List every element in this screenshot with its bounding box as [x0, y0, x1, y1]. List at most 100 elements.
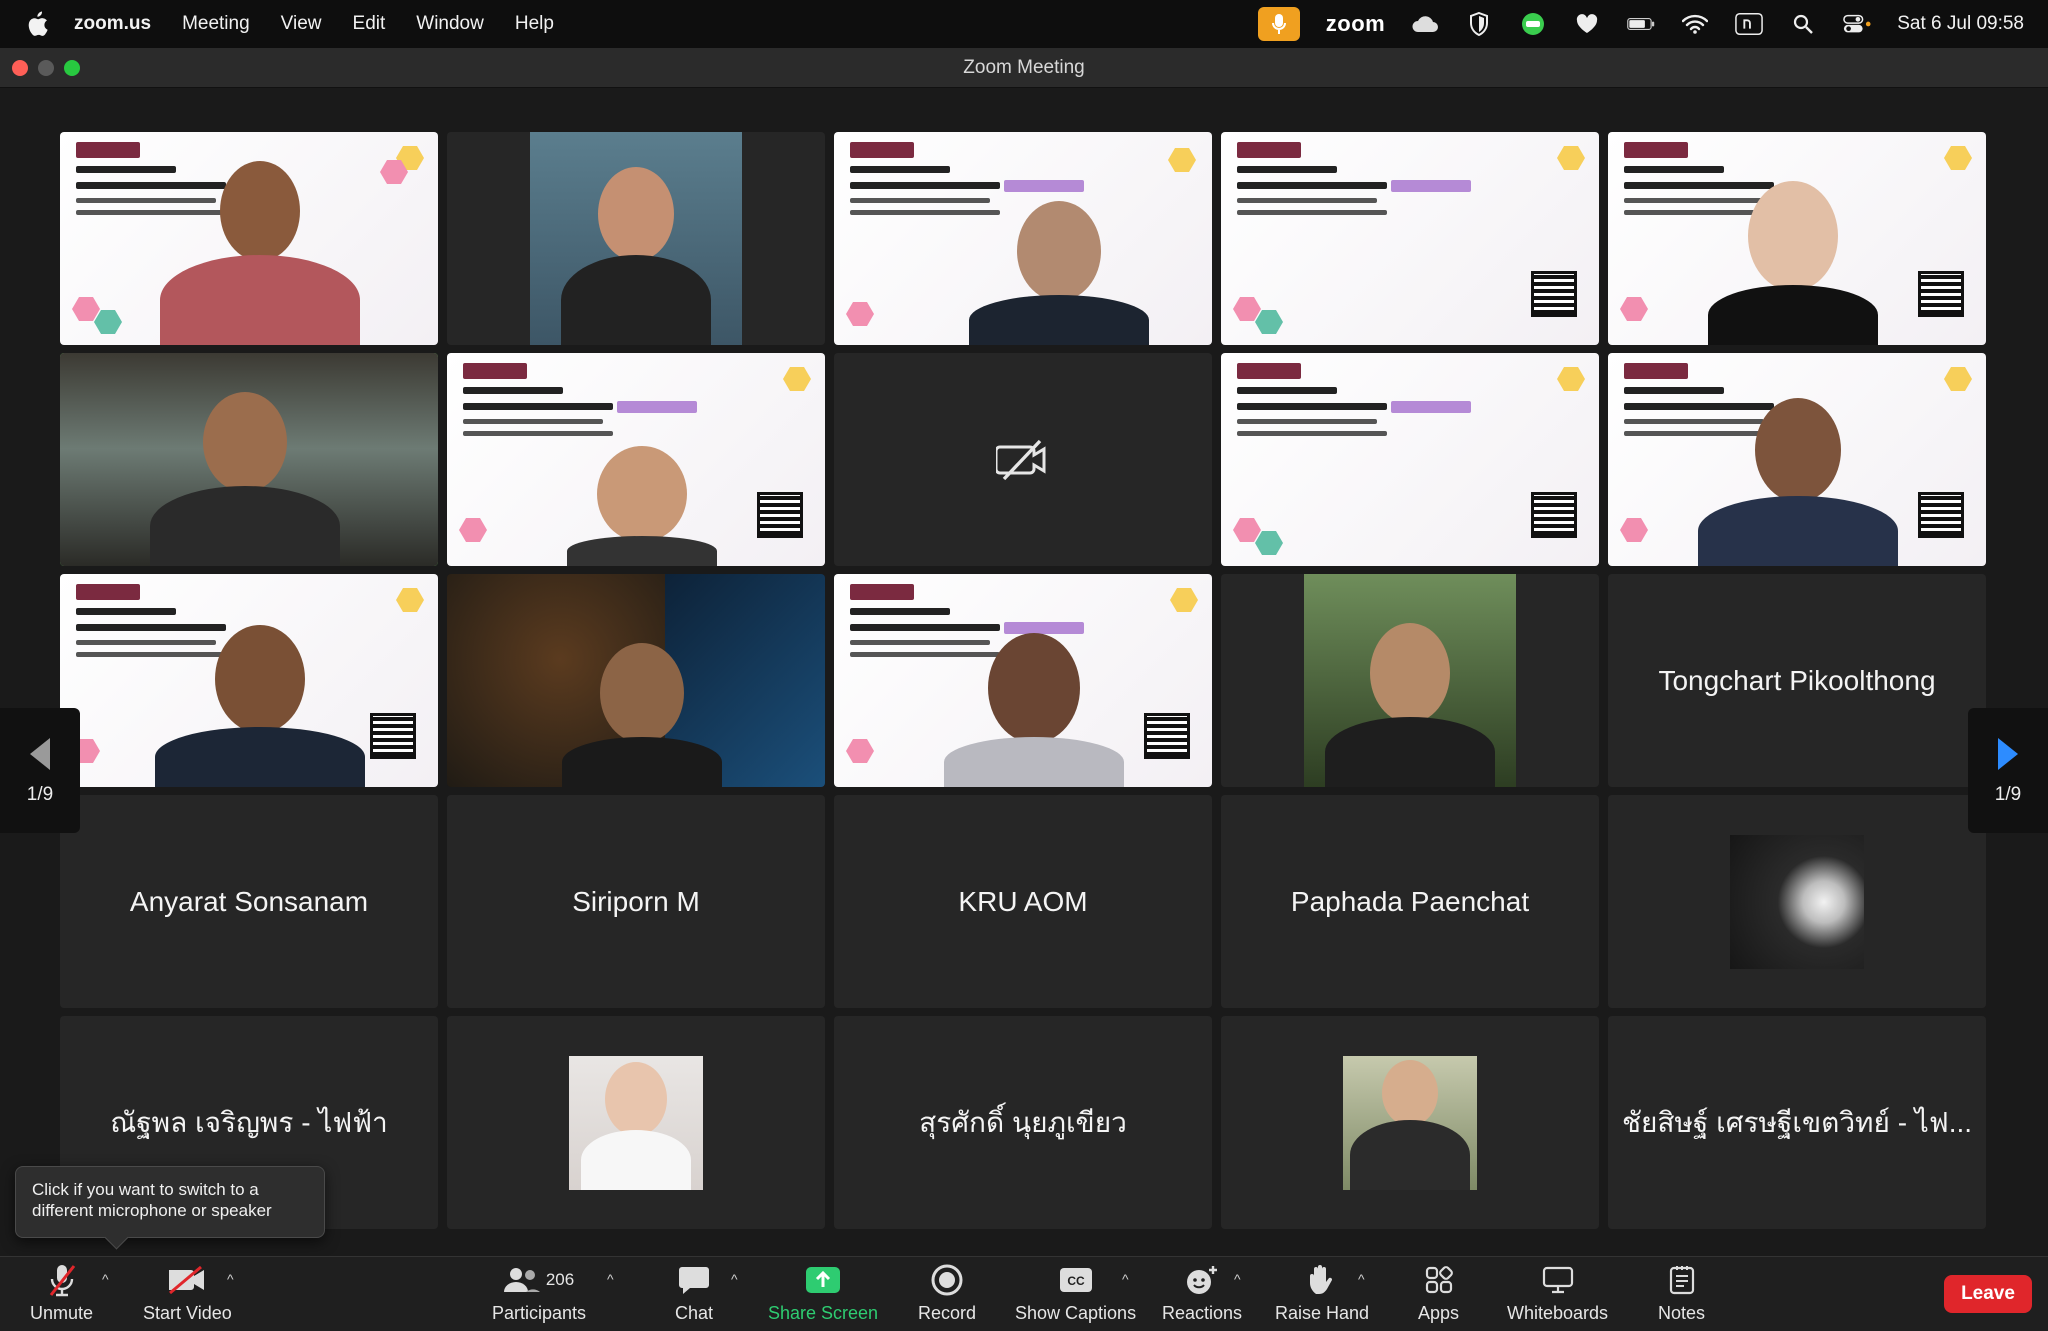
participant-name: KRU AOM — [958, 885, 1088, 917]
raise-hand-options-caret[interactable]: ^ — [1358, 1271, 1365, 1287]
chat-label: Chat — [675, 1303, 714, 1323]
apps-button[interactable]: Apps — [1418, 1263, 1459, 1324]
apps-icon — [1425, 1266, 1453, 1294]
battery-icon[interactable] — [1627, 12, 1655, 36]
participants-button[interactable]: 206 Participants — [492, 1263, 586, 1324]
name-tile[interactable]: Paphada Paenchat — [1221, 795, 1599, 1008]
name-tile[interactable]: Anyarat Sonsanam — [60, 795, 438, 1008]
name-tile[interactable]: สุรศักดิ์ นุยภูเขียว — [834, 1016, 1212, 1229]
video-off-tile[interactable] — [834, 353, 1212, 566]
camera-off-icon — [169, 1265, 205, 1295]
video-tile[interactable] — [447, 574, 825, 787]
participant-video — [567, 446, 717, 566]
menu-view[interactable]: View — [281, 13, 322, 35]
menu-edit[interactable]: Edit — [353, 13, 386, 35]
minimize-window-button[interactable] — [38, 60, 54, 76]
microphone-muted-icon — [49, 1265, 75, 1297]
video-tile[interactable] — [1221, 353, 1599, 566]
avatar-tile[interactable] — [447, 1016, 825, 1229]
chevron-right-icon — [1998, 737, 2018, 770]
video-tile[interactable] — [1608, 353, 1986, 566]
qr-code-image — [1918, 492, 1964, 538]
avatar-tile[interactable] — [1608, 795, 1986, 1008]
raise-hand-icon — [1310, 1265, 1333, 1294]
participant-name: Paphada Paenchat — [1290, 885, 1530, 917]
participant-video — [155, 625, 365, 787]
previous-page-button[interactable]: 1/9 — [0, 708, 80, 833]
share-screen-label: Share Screen — [768, 1303, 879, 1323]
zoom-tray-label[interactable]: zoom — [1326, 11, 1385, 37]
captions-options-caret[interactable]: ^ — [1122, 1271, 1129, 1287]
captions-icon: CC — [1059, 1268, 1092, 1292]
video-tile[interactable] — [60, 132, 438, 345]
name-tile[interactable]: Tongchart Pikoolthong — [1608, 574, 1986, 787]
participant-figure — [561, 167, 711, 345]
avatar — [569, 1055, 703, 1190]
raise-hand-button[interactable]: Raise Hand — [1275, 1263, 1369, 1324]
input-source-icon[interactable] — [1735, 12, 1764, 36]
line-app-icon[interactable] — [1519, 12, 1547, 36]
participant-name: Anyarat Sonsanam — [129, 885, 369, 917]
fullscreen-window-button[interactable] — [64, 60, 80, 76]
video-tile[interactable] — [1608, 132, 1986, 345]
participant-name: ณัฐพล เจริญพร - ไฟฟ้า — [110, 1106, 388, 1138]
chat-options-caret[interactable]: ^ — [731, 1271, 738, 1287]
apple-menu-icon[interactable] — [26, 11, 48, 37]
participants-options-caret[interactable]: ^ — [607, 1271, 614, 1287]
video-tile[interactable] — [447, 132, 825, 345]
record-label: Record — [918, 1303, 977, 1323]
spotlight-search-icon[interactable] — [1789, 12, 1817, 36]
mic-in-use-icon[interactable] — [1257, 7, 1300, 41]
share-screen-button[interactable]: Share Screen — [768, 1263, 878, 1324]
heart-icon[interactable] — [1573, 12, 1601, 36]
participant-video — [1304, 574, 1516, 787]
reactions-button[interactable]: Reactions — [1162, 1263, 1242, 1324]
close-window-button[interactable] — [12, 60, 28, 76]
menu-meeting[interactable]: Meeting — [182, 13, 250, 35]
menu-bar-clock[interactable]: Sat 6 Jul 09:58 — [1897, 13, 2024, 35]
reactions-options-caret[interactable]: ^ — [1234, 1271, 1241, 1287]
menu-help[interactable]: Help — [515, 13, 554, 35]
video-tile[interactable] — [60, 574, 438, 787]
video-tile[interactable] — [447, 353, 825, 566]
video-tile-active-speaker[interactable] — [60, 353, 438, 566]
participant-video — [530, 132, 742, 345]
name-tile[interactable]: ชัยสิษฐ์ เศรษฐีเขตวิทย์ - ไฟ... — [1608, 1016, 1986, 1229]
participant-video — [1708, 181, 1878, 345]
page-indicator: 1/9 — [26, 783, 54, 805]
video-tile[interactable] — [1221, 132, 1599, 345]
unmute-label: Unmute — [30, 1303, 94, 1323]
whiteboards-button[interactable]: Whiteboards — [1507, 1263, 1608, 1324]
share-screen-icon — [806, 1267, 841, 1293]
video-options-caret[interactable]: ^ — [227, 1271, 234, 1287]
record-button[interactable]: Record — [918, 1263, 976, 1324]
video-tile[interactable] — [834, 132, 1212, 345]
name-tile[interactable]: Siriporn M — [447, 795, 825, 1008]
audio-options-caret[interactable]: ^ — [102, 1271, 109, 1287]
menu-app-name[interactable]: zoom.us — [74, 13, 151, 35]
control-center-icon[interactable] — [1843, 12, 1871, 36]
participant-name: ชัยสิษฐ์ เศรษฐีเขตวิทย์ - ไฟ... — [1621, 1106, 1973, 1138]
record-icon — [931, 1264, 963, 1296]
shield-icon[interactable] — [1465, 12, 1493, 36]
wifi-icon[interactable] — [1681, 12, 1709, 36]
cloud-icon[interactable] — [1411, 12, 1439, 36]
notes-button[interactable]: Notes — [1658, 1263, 1705, 1324]
next-page-button[interactable]: 1/9 — [1968, 708, 2048, 833]
avatar — [1343, 1055, 1477, 1190]
show-captions-button[interactable]: CC Show Captions — [1015, 1263, 1136, 1324]
qr-code-image — [1918, 271, 1964, 317]
qr-code-image — [1144, 713, 1190, 759]
avatar-tile[interactable] — [1221, 1016, 1599, 1229]
video-off-icon — [996, 439, 1046, 480]
start-video-button[interactable]: Start Video — [143, 1263, 232, 1324]
chat-button[interactable]: Chat — [675, 1263, 713, 1324]
notes-label: Notes — [1658, 1303, 1706, 1323]
menu-window[interactable]: Window — [416, 13, 484, 35]
leave-button[interactable]: Leave — [1944, 1275, 2032, 1313]
video-tile[interactable] — [834, 574, 1212, 787]
name-tile[interactable]: KRU AOM — [834, 795, 1212, 1008]
unmute-button[interactable]: Unmute — [30, 1263, 93, 1324]
participant-name: สุรศักดิ์ นุยภูเขียว — [919, 1106, 1127, 1138]
video-tile[interactable] — [1221, 574, 1599, 787]
